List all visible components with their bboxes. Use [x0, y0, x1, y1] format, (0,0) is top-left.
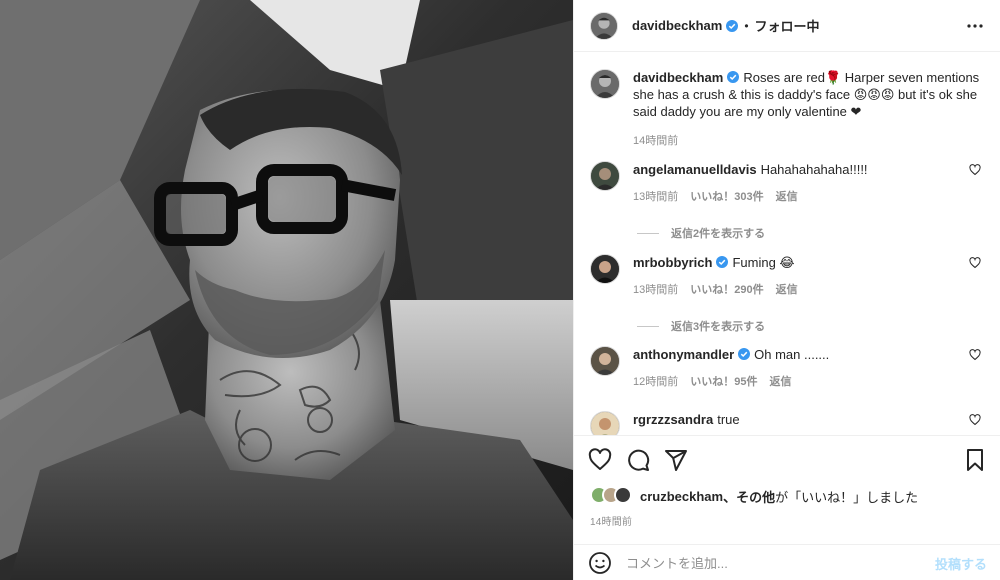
- share-icon[interactable]: [664, 448, 688, 472]
- comment-item: rgrzzzsandra true: [590, 411, 985, 435]
- post-side-panel: davidbeckham • フォロー中 davidbeckham Roses a…: [573, 0, 1000, 580]
- comment-text: true: [717, 412, 740, 427]
- comment-meta: 13時間前 いいね！303件 返信: [633, 188, 985, 204]
- liker-avatar: [614, 486, 632, 504]
- more-options-button[interactable]: [965, 16, 985, 36]
- heart-icon[interactable]: [969, 414, 981, 426]
- comment-item: anthonymandler Oh man ....... 12時間前 いいね！9…: [590, 346, 985, 389]
- comment-item: mrbobbyrich Fuming 😂 13時間前 いいね！290件 返信: [590, 254, 985, 297]
- comment-username[interactable]: mrbobbyrich: [633, 255, 712, 270]
- following-button[interactable]: フォロー中: [755, 16, 820, 35]
- comment-meta: 13時間前 いいね！290件 返信: [633, 281, 985, 297]
- action-icons: [588, 448, 688, 472]
- replies-divider: [637, 232, 659, 234]
- caption-avatar[interactable]: [590, 69, 620, 99]
- likes-others-link[interactable]: 、その他: [723, 487, 775, 506]
- post-header: davidbeckham • フォロー中: [574, 0, 1000, 52]
- commenter-avatar[interactable]: [590, 161, 620, 191]
- caption-username[interactable]: davidbeckham: [633, 70, 723, 85]
- post-comment-button[interactable]: 投稿する: [935, 554, 987, 573]
- comment-username[interactable]: angelamanuelldavis: [633, 162, 757, 177]
- view-replies-label: 返信3件を表示する: [671, 321, 766, 333]
- heart-icon[interactable]: [969, 257, 981, 269]
- commenter-avatar[interactable]: [590, 254, 620, 284]
- liker-username[interactable]: cruzbeckham: [640, 489, 723, 504]
- comment-time[interactable]: 13時間前: [633, 281, 678, 297]
- reply-button[interactable]: 返信: [770, 373, 792, 389]
- verified-icon: [727, 71, 740, 83]
- post-time[interactable]: 14時間前: [590, 513, 632, 528]
- caption-time[interactable]: 14時間前: [633, 132, 678, 148]
- reply-button[interactable]: 返信: [776, 281, 798, 297]
- comment-likes[interactable]: いいね！95件: [690, 373, 757, 389]
- comment-likes[interactable]: いいね！303件: [690, 188, 763, 204]
- comment-item: angelamanuelldavis Hahahahahaha!!!!! 13時間…: [590, 161, 985, 204]
- comment-input[interactable]: [626, 555, 926, 571]
- verified-icon: [726, 19, 739, 32]
- comments-list[interactable]: davidbeckham Roses are red🌹 Harper seven …: [574, 53, 1000, 435]
- add-comment-bar: 投稿する: [574, 544, 1000, 580]
- reply-button[interactable]: 返信: [776, 188, 798, 204]
- comment-text: Hahahahahaha!!!!!: [760, 162, 868, 177]
- heart-icon[interactable]: [969, 164, 981, 176]
- verified-icon: [738, 348, 751, 360]
- more-icon: [967, 24, 983, 28]
- comment-username[interactable]: anthonymandler: [633, 347, 734, 362]
- liker-avatars: [590, 486, 634, 506]
- caption-meta: 14時間前: [633, 132, 985, 148]
- comment-meta: 12時間前 いいね！95件 返信: [633, 373, 985, 389]
- commenter-avatar[interactable]: [590, 411, 620, 435]
- replies-divider: [637, 325, 659, 327]
- comment-text: Oh man .......: [754, 347, 830, 362]
- view-replies-button[interactable]: 返信3件を表示する: [637, 318, 765, 334]
- author-avatar[interactable]: [590, 11, 618, 40]
- likes-summary: cruzbeckham 、その他 が「いいね！」しました: [590, 486, 918, 506]
- emoji-icon[interactable]: [588, 551, 612, 575]
- comment-text: Fuming 😂: [732, 255, 795, 270]
- post-photo[interactable]: [0, 0, 573, 580]
- instagram-post-modal: davidbeckham • フォロー中 davidbeckham Roses a…: [0, 0, 1000, 580]
- view-replies-button[interactable]: 返信2件を表示する: [637, 225, 765, 241]
- comment-time[interactable]: 12時間前: [633, 373, 678, 389]
- caption: davidbeckham Roses are red🌹 Harper seven …: [590, 69, 985, 148]
- header-separator: •: [744, 18, 749, 33]
- author-username[interactable]: davidbeckham: [632, 18, 722, 33]
- heart-icon[interactable]: [969, 349, 981, 361]
- comment-likes[interactable]: いいね！290件: [690, 281, 763, 297]
- commenter-avatar[interactable]: [590, 346, 620, 376]
- post-photo-image: [0, 0, 573, 580]
- post-actions: cruzbeckham、その他が「いいね！」しました 14時間前 投稿する: [574, 435, 1000, 580]
- comment-icon[interactable]: [626, 448, 650, 472]
- heart-icon[interactable]: [588, 448, 612, 472]
- verified-icon: [716, 256, 729, 268]
- bookmark-icon[interactable]: [963, 448, 987, 472]
- likes-suffix: が「いいね！」しました: [775, 489, 919, 505]
- comment-username[interactable]: rgrzzzsandra: [633, 412, 713, 427]
- comment-time[interactable]: 13時間前: [633, 188, 678, 204]
- view-replies-label: 返信2件を表示する: [671, 228, 766, 240]
